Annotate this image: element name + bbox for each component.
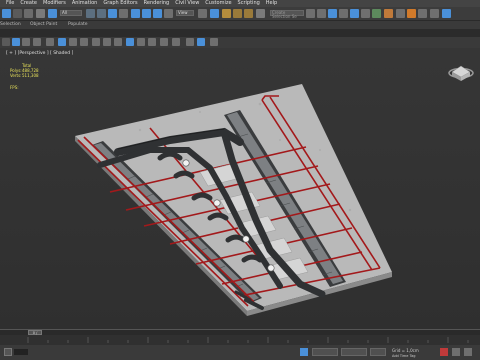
mirror-icon[interactable]	[306, 9, 315, 18]
pivot-point-icon[interactable]	[198, 9, 207, 18]
cameras-filter-icon[interactable]	[92, 38, 100, 46]
maxscript-mini-listener[interactable]	[14, 349, 28, 355]
select-manipulate-icon[interactable]	[210, 9, 219, 18]
grid-size-label: Grid = 1,0cm	[392, 348, 419, 353]
z-coordinate-field[interactable]	[370, 348, 386, 356]
selection-filter-dropdown[interactable]: All	[60, 10, 82, 16]
menu-file[interactable]: File	[6, 0, 14, 7]
render-production-icon[interactable]	[407, 9, 416, 18]
maxscript-listener-icon[interactable]	[4, 348, 12, 356]
unlink-icon[interactable]	[36, 9, 45, 18]
key-filters-icon[interactable]	[464, 348, 472, 356]
schematic-view-icon[interactable]	[361, 9, 370, 18]
y-coordinate-field[interactable]	[341, 348, 367, 356]
material-editor-icon[interactable]	[372, 9, 381, 18]
redo-icon[interactable]	[13, 9, 22, 18]
helpers-filter-icon[interactable]	[103, 38, 111, 46]
undo-icon[interactable]	[2, 9, 11, 18]
menu-scripting[interactable]: Scripting	[238, 0, 260, 7]
named-selection-input[interactable]: Create Selection Se	[270, 10, 304, 19]
render-online-icon[interactable]	[430, 9, 439, 18]
edit-mode-icon[interactable]	[22, 38, 30, 46]
options-icon[interactable]	[210, 38, 218, 46]
auto-key-icon[interactable]	[440, 348, 448, 356]
rotate-icon[interactable]	[142, 9, 151, 18]
paint-mode-icon[interactable]	[33, 38, 41, 46]
align-icon[interactable]	[317, 9, 326, 18]
select-region-icon[interactable]	[108, 9, 117, 18]
render-iterative-icon[interactable]	[418, 9, 427, 18]
toggle-panel-icon[interactable]	[2, 38, 10, 46]
menu-modifiers[interactable]: Modifiers	[43, 0, 66, 7]
x-coordinate-field[interactable]	[312, 348, 338, 356]
percent-snap-icon[interactable]	[244, 9, 253, 18]
menu-customize[interactable]: Customize	[205, 0, 231, 7]
geometry-filter-icon[interactable]	[58, 38, 66, 46]
menu-civil-view[interactable]: Civil View	[175, 0, 199, 7]
render-setup-icon[interactable]	[384, 9, 393, 18]
lights-filter-icon[interactable]	[80, 38, 88, 46]
reference-coordinate-dropdown[interactable]: View	[176, 10, 194, 16]
layers-icon[interactable]	[197, 38, 205, 46]
menu-rendering[interactable]: Rendering	[144, 0, 170, 7]
hierarchy-icon[interactable]	[186, 38, 194, 46]
ribbon-tabs: Selection Object Paint Populate	[0, 21, 480, 29]
status-bar: Grid = 1,0cm Add Time Tag	[0, 345, 480, 360]
menu-graph-editors[interactable]: Graph Editors	[103, 0, 137, 7]
menu-help[interactable]: Help	[266, 0, 277, 7]
perspective-viewport[interactable]: [ + ] [Perspective ] [ Shaded ] Total Po…	[0, 48, 480, 329]
spinner-snap-icon[interactable]	[256, 9, 265, 18]
select-by-name-icon[interactable]	[97, 9, 106, 18]
set-key-icon[interactable]	[452, 348, 460, 356]
curve-editor-icon[interactable]	[350, 9, 359, 18]
shapes-filter-icon[interactable]	[69, 38, 77, 46]
filter-icon[interactable]	[46, 38, 54, 46]
lock-selection-icon[interactable]	[300, 348, 308, 356]
add-time-tag-button[interactable]: Add Time Tag	[392, 354, 416, 358]
viewport-toolbar	[0, 37, 480, 48]
select-mode-icon[interactable]	[12, 38, 20, 46]
bone-filter-icon[interactable]	[126, 38, 134, 46]
toggle-ribbon-icon[interactable]	[339, 9, 348, 18]
track-bar-ticks	[27, 337, 469, 343]
snaps-toggle-icon[interactable]	[222, 9, 231, 18]
angle-snap-icon[interactable]	[233, 9, 242, 18]
main-toolbar: All View Create Selection Se	[0, 7, 480, 21]
container-filter-icon[interactable]	[137, 38, 145, 46]
place-icon[interactable]	[164, 9, 173, 18]
rendered-frame-window-icon[interactable]	[396, 9, 405, 18]
track-bar[interactable]	[0, 335, 480, 345]
menu-bar: File Create Modifiers Animation Graph Ed…	[0, 0, 480, 7]
scale-icon[interactable]	[153, 9, 162, 18]
layer-explorer-icon[interactable]	[328, 9, 337, 18]
viewcube-icon[interactable]	[448, 65, 474, 81]
frozen-filter-icon[interactable]	[148, 38, 156, 46]
tab-object-paint[interactable]: Object Paint	[30, 22, 57, 27]
sort-icon[interactable]	[160, 38, 168, 46]
find-icon[interactable]	[172, 38, 180, 46]
ceiling-pipes-model[interactable]	[0, 48, 480, 329]
spacewarps-filter-icon[interactable]	[114, 38, 122, 46]
link-icon[interactable]	[24, 9, 33, 18]
menu-animation[interactable]: Animation	[72, 0, 98, 7]
menu-create[interactable]: Create	[20, 0, 37, 7]
tab-selection[interactable]: Selection	[0, 22, 21, 27]
open-a360-gallery-icon[interactable]	[442, 9, 451, 18]
move-icon[interactable]	[131, 9, 140, 18]
tab-populate[interactable]: Populate	[68, 22, 88, 27]
select-object-icon[interactable]	[86, 9, 95, 18]
window-crossing-icon[interactable]	[119, 9, 128, 18]
bind-space-warp-icon[interactable]	[48, 9, 57, 18]
